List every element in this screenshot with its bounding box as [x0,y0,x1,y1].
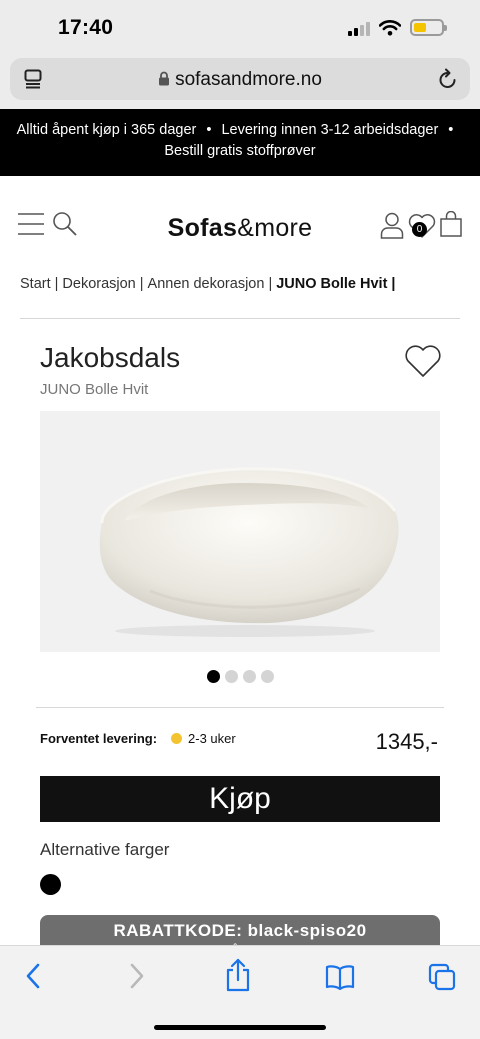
breadcrumb: Start | Dekorasjon | Annen dekorasjon | JUNO B… [20,276,399,292]
promo-code: RABATTKODE: black-spiso20 [113,921,367,940]
cellular-signal-icon [348,20,370,36]
breadcrumb-separator: | [268,276,273,292]
announcement-fabric-samples[interactable]: Bestill gratis stoffprøver [0,141,480,162]
delivery-info: Forventet levering: 2-3 uker [40,731,236,746]
divider [20,318,460,319]
logo-bold: Sofas [167,214,238,242]
announcement-line-1: Alltid åpent kjøp i 365 dager • Levering i… [0,120,480,141]
delivery-status-dot [171,733,183,744]
carousel-dot[interactable] [224,670,238,683]
home-indicator [154,1025,326,1030]
wifi-icon [379,19,401,36]
image-carousel-dots [0,670,480,683]
announcement-open-purchase: Alltid åpent kjøp i 365 dager [16,122,197,138]
wishlist-button[interactable]: 0 [408,213,436,241]
announcement-delivery: Levering innen 3-12 arbeidsdager [221,122,439,138]
user-icon[interactable] [380,212,404,239]
status-icons [348,19,447,36]
bag-icon[interactable] [440,211,462,237]
delivery-label: Forventet levering: [40,731,158,746]
url-text[interactable]: sofasandmore.no [10,69,470,91]
status-bar: 17:40 [0,0,480,56]
breadcrumb-item-start[interactable]: Start [20,276,51,292]
buy-button[interactable]: Kjøp [40,776,440,822]
breadcrumb-item-dekorasjon[interactable]: Dekorasjon [62,276,135,292]
browser-address-area: sofasandmore.no [0,56,480,109]
back-icon[interactable] [24,962,42,990]
breadcrumb-item-annen-dekorasjon[interactable]: Annen dekorasjon [148,276,265,292]
announcement-separator: • [448,122,454,138]
product-price: 1345,- [375,729,438,754]
product-brand[interactable]: Jakobsdals [40,342,180,374]
lock-icon [159,71,170,86]
breadcrumb-current: JUNO Bolle Hvit [276,276,388,292]
status-time: 17:40 [58,16,114,39]
alternative-colors-title: Alternative farger [40,840,170,859]
logo-rest: &more [237,214,313,242]
wishlist-count-badge: 0 [412,222,427,237]
delivery-time: 2-3 uker [188,731,236,746]
color-swatch-black[interactable] [40,874,61,895]
bookmarks-icon[interactable] [325,964,355,990]
browser-toolbar [0,945,480,1039]
announcement-bar: Alltid åpent kjøp i 365 dager • Levering i… [0,109,480,176]
breadcrumb-separator: | [391,276,396,292]
address-bar[interactable]: sofasandmore.no [10,58,470,100]
carousel-dot[interactable] [260,670,274,683]
site-header: Sofas&more 0 [0,176,480,276]
breadcrumb-separator: | [54,276,59,292]
add-to-wishlist-heart-icon[interactable] [404,344,442,378]
forward-icon[interactable] [128,962,146,990]
announcement-separator: • [206,122,212,138]
breadcrumb-separator: | [139,276,144,292]
carousel-dot[interactable] [242,670,256,683]
tabs-icon[interactable] [428,963,456,991]
divider [36,707,444,708]
product-image[interactable] [40,411,440,652]
battery-icon [410,19,447,36]
reload-icon[interactable] [438,68,458,90]
carousel-dot[interactable] [206,670,220,683]
bowl-image [99,467,399,637]
product-name: JUNO Bolle Hvit [40,381,149,398]
url-domain: sofasandmore.no [175,69,322,90]
share-icon[interactable] [225,958,251,992]
